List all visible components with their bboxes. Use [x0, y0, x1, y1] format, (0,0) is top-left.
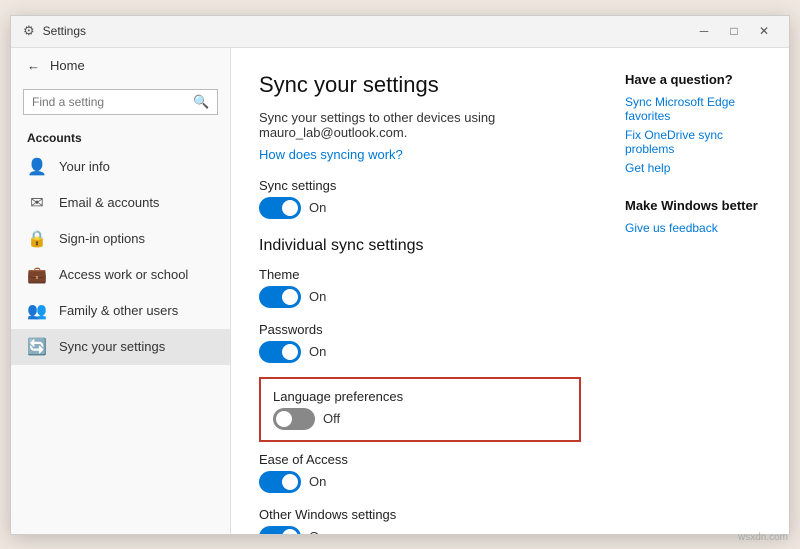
sync-settings-label: Sync settings — [259, 178, 581, 193]
sidebar-item-sync[interactable]: 🔄 Sync your settings — [11, 329, 230, 365]
theme-setting-group: Theme On — [259, 267, 581, 308]
sync-icon: 🔄 — [27, 337, 47, 357]
toggle-knob — [282, 474, 298, 490]
settings-window: ⚙ Settings ─ □ ✕ ← Home 🔍 Accounts 👤 You… — [10, 15, 790, 535]
search-icon: 🔍 — [193, 94, 209, 110]
language-toggle[interactable] — [273, 408, 315, 430]
passwords-toggle[interactable] — [259, 341, 301, 363]
toggle-knob — [282, 289, 298, 305]
watermark: wsxdn.com — [738, 532, 788, 543]
theme-toggle-status: On — [309, 289, 326, 304]
home-label: Home — [50, 58, 85, 73]
onedrive-sync-link[interactable]: Fix OneDrive sync problems — [625, 128, 773, 156]
passwords-toggle-row: On — [259, 341, 581, 363]
page-title: Sync your settings — [259, 72, 581, 98]
settings-window-icon: ⚙ — [23, 23, 35, 39]
toggle-knob — [282, 200, 298, 216]
minimize-button[interactable]: ─ — [691, 20, 717, 42]
ease-toggle[interactable] — [259, 471, 301, 493]
language-label: Language preferences — [273, 389, 567, 404]
passwords-toggle-status: On — [309, 344, 326, 359]
your-info-icon: 👤 — [27, 157, 47, 177]
title-bar-left: ⚙ Settings — [23, 23, 86, 39]
content-area: ← Home 🔍 Accounts 👤 Your info ✉ Email & … — [11, 48, 789, 534]
title-bar-controls: ─ □ ✕ — [691, 20, 777, 42]
email-icon: ✉ — [27, 193, 47, 213]
main-content: Sync your settings Sync your settings to… — [231, 48, 609, 534]
sync-toggle-status: On — [309, 200, 326, 215]
theme-toggle-row: On — [259, 286, 581, 308]
ease-toggle-status: On — [309, 474, 326, 489]
sync-toggle[interactable] — [259, 197, 301, 219]
sidebar-item-your-info[interactable]: 👤 Your info — [11, 149, 230, 185]
maximize-button[interactable]: □ — [721, 20, 747, 42]
window-title: Settings — [43, 24, 86, 38]
sidebar-item-work-school[interactable]: 💼 Access work or school — [11, 257, 230, 293]
help-title: Have a question? — [625, 72, 773, 87]
other-toggle-status: On — [309, 529, 326, 534]
theme-label: Theme — [259, 267, 581, 282]
feedback-title: Make Windows better — [625, 198, 773, 213]
sidebar-item-label: Sign-in options — [59, 231, 145, 246]
sync-description: Sync your settings to other devices usin… — [259, 110, 581, 140]
sidebar-item-label: Your info — [59, 159, 110, 174]
language-toggle-status: Off — [323, 411, 340, 426]
sidebar-home[interactable]: ← Home — [11, 48, 230, 83]
language-highlighted-box: Language preferences Off — [259, 377, 581, 442]
lock-icon: 🔒 — [27, 229, 47, 249]
sidebar-item-sign-in[interactable]: 🔒 Sign-in options — [11, 221, 230, 257]
ease-setting-group: Ease of Access On — [259, 452, 581, 493]
theme-toggle[interactable] — [259, 286, 301, 308]
sidebar-item-label: Family & other users — [59, 303, 178, 318]
how-syncing-link[interactable]: How does syncing work? — [259, 147, 403, 162]
sync-settings-group: Sync settings On — [259, 178, 581, 219]
other-setting-group: Other Windows settings On — [259, 507, 581, 534]
home-icon: ← — [27, 58, 40, 73]
other-toggle-row: On — [259, 526, 581, 534]
toggle-knob — [282, 529, 298, 534]
toggle-knob — [276, 411, 292, 427]
edge-favorites-link[interactable]: Sync Microsoft Edge favorites — [625, 95, 773, 123]
sidebar-item-label: Sync your settings — [59, 339, 165, 354]
search-box: 🔍 — [23, 89, 218, 115]
passwords-label: Passwords — [259, 322, 581, 337]
sidebar: ← Home 🔍 Accounts 👤 Your info ✉ Email & … — [11, 48, 231, 534]
close-button[interactable]: ✕ — [751, 20, 777, 42]
get-help-link[interactable]: Get help — [625, 161, 773, 175]
sync-toggle-row: On — [259, 197, 581, 219]
briefcase-icon: 💼 — [27, 265, 47, 285]
title-bar: ⚙ Settings ─ □ ✕ — [11, 16, 789, 48]
sidebar-item-label: Email & accounts — [59, 195, 159, 210]
sidebar-item-email-accounts[interactable]: ✉ Email & accounts — [11, 185, 230, 221]
right-panel: Have a question? Sync Microsoft Edge fav… — [609, 48, 789, 534]
family-icon: 👥 — [27, 301, 47, 321]
sidebar-section-label: Accounts — [11, 121, 230, 149]
ease-label: Ease of Access — [259, 452, 581, 467]
passwords-setting-group: Passwords On — [259, 322, 581, 363]
other-toggle[interactable] — [259, 526, 301, 534]
search-input[interactable] — [32, 95, 187, 109]
ease-toggle-row: On — [259, 471, 581, 493]
toggle-knob — [282, 344, 298, 360]
other-label: Other Windows settings — [259, 507, 581, 522]
language-toggle-row: Off — [273, 408, 567, 430]
individual-section-header: Individual sync settings — [259, 237, 581, 255]
spacer — [625, 180, 773, 198]
feedback-link[interactable]: Give us feedback — [625, 221, 773, 235]
sidebar-item-family[interactable]: 👥 Family & other users — [11, 293, 230, 329]
sidebar-item-label: Access work or school — [59, 267, 188, 282]
